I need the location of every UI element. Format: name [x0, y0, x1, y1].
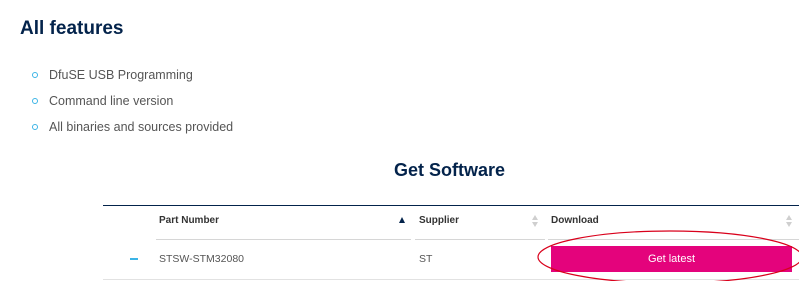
list-item: DfuSE USB Programming — [32, 64, 233, 90]
column-header-supplier[interactable]: Supplier — [415, 206, 545, 240]
expand-column-header — [103, 206, 147, 240]
feature-label: All binaries and sources provided — [49, 120, 234, 134]
features-list: DfuSE USB Programming Command line versi… — [32, 64, 233, 142]
supplier-cell: ST — [419, 253, 433, 265]
list-item: Command line version — [32, 90, 233, 116]
list-item: All binaries and sources provided — [32, 116, 233, 142]
feature-label: Command line version — [49, 94, 174, 108]
sort-ascending-icon — [399, 217, 405, 223]
get-software-heading: Get Software — [393, 160, 506, 180]
bullet-icon — [32, 124, 38, 130]
sort-unsorted-icon — [532, 215, 539, 228]
features-heading: All features — [20, 18, 124, 39]
column-header-part-number[interactable]: Part Number — [156, 206, 411, 240]
column-header-label: Supplier — [419, 215, 460, 226]
collapse-row-icon[interactable] — [130, 258, 138, 260]
bullet-icon — [32, 98, 38, 104]
feature-label: DfuSE USB Programming — [49, 68, 193, 82]
get-latest-button[interactable]: Get latest — [551, 246, 792, 272]
sort-unsorted-icon — [786, 215, 793, 228]
column-header-download[interactable]: Download — [548, 206, 799, 240]
part-number-cell: STSW-STM32080 — [159, 253, 244, 265]
software-table: Part Number Supplier Download STSW-STM32… — [103, 205, 799, 281]
column-header-label: Download — [551, 215, 599, 226]
bullet-icon — [32, 72, 38, 78]
column-header-label: Part Number — [159, 215, 220, 226]
table-row: STSW-STM32080 ST Get latest — [103, 241, 799, 280]
